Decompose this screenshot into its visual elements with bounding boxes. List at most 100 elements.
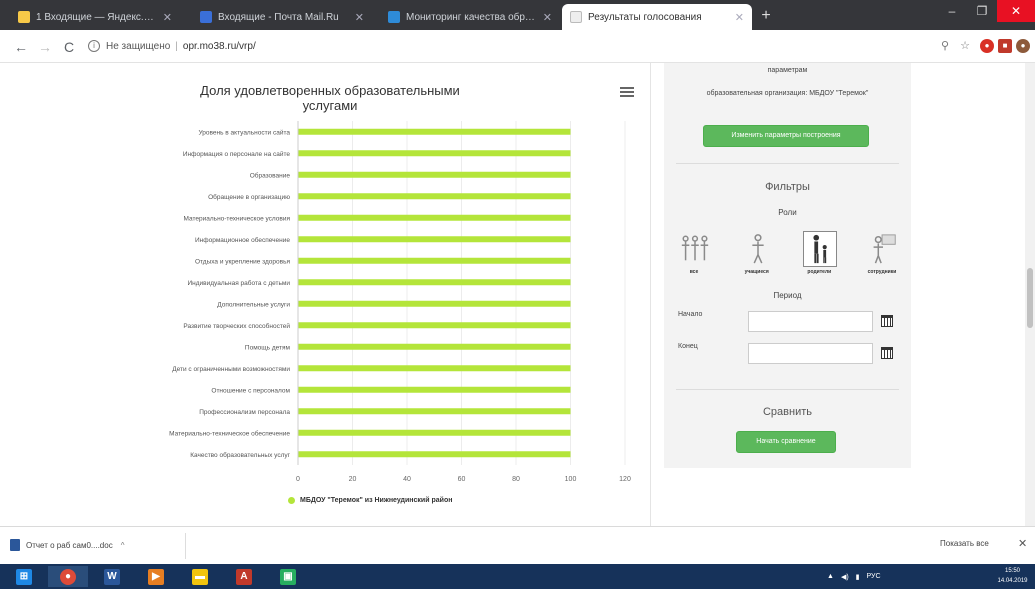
chrome-icon: ●	[60, 568, 76, 585]
bar[interactable]	[298, 257, 571, 264]
category-label: Индивидуальная работа с детьми	[187, 279, 290, 287]
calendar-icon[interactable]	[881, 315, 893, 327]
tab-title: Результаты голосования	[588, 11, 702, 23]
x-tick-label: 40	[403, 476, 411, 483]
parent-child-icon	[803, 231, 838, 267]
show-all-downloads-link[interactable]: Показать все	[940, 539, 989, 548]
volume-icon[interactable]: ◀)	[841, 573, 849, 581]
chevron-up-icon[interactable]: ^	[121, 541, 125, 550]
end-date-input[interactable]	[748, 343, 873, 364]
bar[interactable]	[298, 386, 571, 393]
tab-mail-ru[interactable]: Входящие - Почта Mail.Ru ✕	[192, 4, 372, 30]
scrollbar-thumb[interactable]	[1027, 268, 1033, 328]
tab-title: Входящие - Почта Mail.Ru	[218, 11, 339, 23]
extension-icon[interactable]: ■	[998, 39, 1012, 53]
category-label: Информация о персонале на сайте	[183, 150, 291, 158]
close-tab-icon[interactable]: ✕	[163, 11, 172, 24]
chart-menu-icon[interactable]	[620, 85, 634, 99]
adblock-icon[interactable]: ●	[980, 39, 994, 53]
clock[interactable]: 15:50 14.04.2019	[990, 566, 1035, 586]
category-label: Дети с ограниченными возможностями	[172, 366, 290, 373]
tab-yandex-mail[interactable]: 1 Входящие — Яндекс.Почта ✕	[10, 4, 180, 30]
bar[interactable]	[298, 408, 571, 415]
maximize-button[interactable]: ❐	[967, 0, 997, 22]
bar-chart: 0 20 40 60 80 100 120 Уровень в актуальности са…	[169, 121, 631, 483]
download-item[interactable]: Отчет о раб сам0....doc ^	[10, 535, 124, 555]
role-label: родители	[807, 269, 832, 275]
student-icon	[752, 234, 764, 264]
language-indicator[interactable]: РУС	[867, 573, 881, 580]
role-students[interactable]: учащиеся	[731, 229, 783, 279]
category-label: Материально-техническое условия	[184, 215, 291, 222]
role-parents[interactable]: родители	[793, 229, 845, 279]
forward-button[interactable]: →	[36, 38, 54, 56]
close-download-bar-icon[interactable]: ✕	[1018, 537, 1027, 550]
change-params-button[interactable]: Изменить параметры построения	[703, 125, 869, 147]
url-text: opr.mo38.ru/vrp/	[182, 40, 256, 52]
chart-legend[interactable]: МБДОУ "Теремок" из Нижнеудинский район	[288, 497, 452, 504]
minimize-button[interactable]: –	[937, 0, 967, 22]
info-icon[interactable]: i	[88, 40, 100, 52]
category-label: Качество образовательных услуг	[190, 451, 290, 459]
taskbar-image[interactable]: ▣	[268, 566, 308, 587]
address-bar[interactable]: i Не защищено | opr.mo38.ru/vrp/	[88, 35, 928, 57]
category-label: Обращение в организацию	[208, 193, 290, 201]
bar[interactable]	[298, 171, 571, 178]
role-all[interactable]: все	[668, 229, 720, 279]
bar[interactable]	[298, 300, 571, 307]
back-button[interactable]: ←	[12, 38, 30, 56]
bar[interactable]	[298, 193, 571, 200]
close-tab-icon[interactable]: ✕	[355, 11, 364, 24]
bar[interactable]	[298, 279, 571, 286]
bar[interactable]	[298, 365, 571, 372]
close-window-button[interactable]: ✕	[997, 0, 1035, 22]
calendar-icon[interactable]	[881, 347, 893, 359]
reload-button[interactable]: C	[60, 38, 78, 56]
category-label: Дополнительные услуги	[217, 301, 290, 308]
bar[interactable]	[298, 451, 571, 458]
start-button[interactable]: ⊞	[4, 566, 44, 587]
star-icon[interactable]: ☆	[958, 39, 972, 53]
bar[interactable]	[298, 128, 571, 135]
word-icon: W	[104, 568, 120, 585]
tab-title: 1 Входящие — Яндекс.Почта	[36, 11, 157, 23]
start-compare-button[interactable]: Начать сравнение	[736, 431, 836, 453]
page-content: 0 20 40 60 80 100 120 Уровень в актуальности са…	[0, 63, 1035, 526]
bar[interactable]	[298, 214, 571, 221]
bar[interactable]	[298, 236, 571, 243]
windows-icon: ⊞	[16, 568, 32, 585]
bar[interactable]	[298, 322, 571, 329]
x-tick-label: 20	[349, 476, 357, 483]
yandex-mail-icon	[18, 11, 30, 23]
tab-title: Мониторинг качества образования	[406, 11, 537, 23]
taskbar-media[interactable]: ▶	[136, 566, 176, 587]
close-tab-icon[interactable]: ✕	[735, 11, 744, 24]
tab-monitoring[interactable]: Мониторинг качества образования ✕	[380, 4, 560, 30]
category-label: Развитие творческих способностей	[183, 322, 290, 330]
page-scrollbar[interactable]	[1025, 63, 1035, 526]
clock-date: 14.04.2019	[997, 578, 1028, 584]
start-date-input[interactable]	[748, 311, 873, 332]
tab-results[interactable]: Результаты голосования ✕	[562, 4, 752, 30]
close-tab-icon[interactable]: ✕	[543, 11, 552, 24]
taskbar-word[interactable]: W	[92, 566, 132, 587]
role-staff[interactable]: сотрудники	[856, 229, 908, 279]
category-label: Материально-техническое обеспечение	[169, 429, 290, 437]
taskbar-explorer[interactable]: ▬	[180, 566, 220, 587]
zoom-icon[interactable]: ⚲	[938, 39, 952, 53]
role-label: учащиеся	[744, 269, 769, 275]
new-tab-button[interactable]: +	[757, 7, 775, 25]
bar[interactable]	[298, 150, 571, 157]
filters-heading: Фильтры	[765, 181, 810, 193]
taskbar-acrobat[interactable]: A	[224, 566, 264, 587]
network-icon[interactable]: ▲	[827, 573, 834, 580]
bar[interactable]	[298, 429, 571, 436]
taskbar-chrome[interactable]: ●	[48, 566, 88, 587]
avatar[interactable]: ●	[1016, 39, 1030, 53]
browser-toolbar: ← → C i Не защищено | opr.mo38.ru/vrp/ ⚲…	[0, 30, 1035, 63]
battery-icon[interactable]: ▮	[856, 573, 860, 581]
download-bar: Отчет о раб сам0....doc ^ Показать все ✕	[0, 526, 1035, 564]
bar[interactable]	[298, 343, 571, 350]
chart-panel: 0 20 40 60 80 100 120 Уровень в актуальности са…	[0, 63, 650, 526]
divider	[676, 163, 899, 164]
